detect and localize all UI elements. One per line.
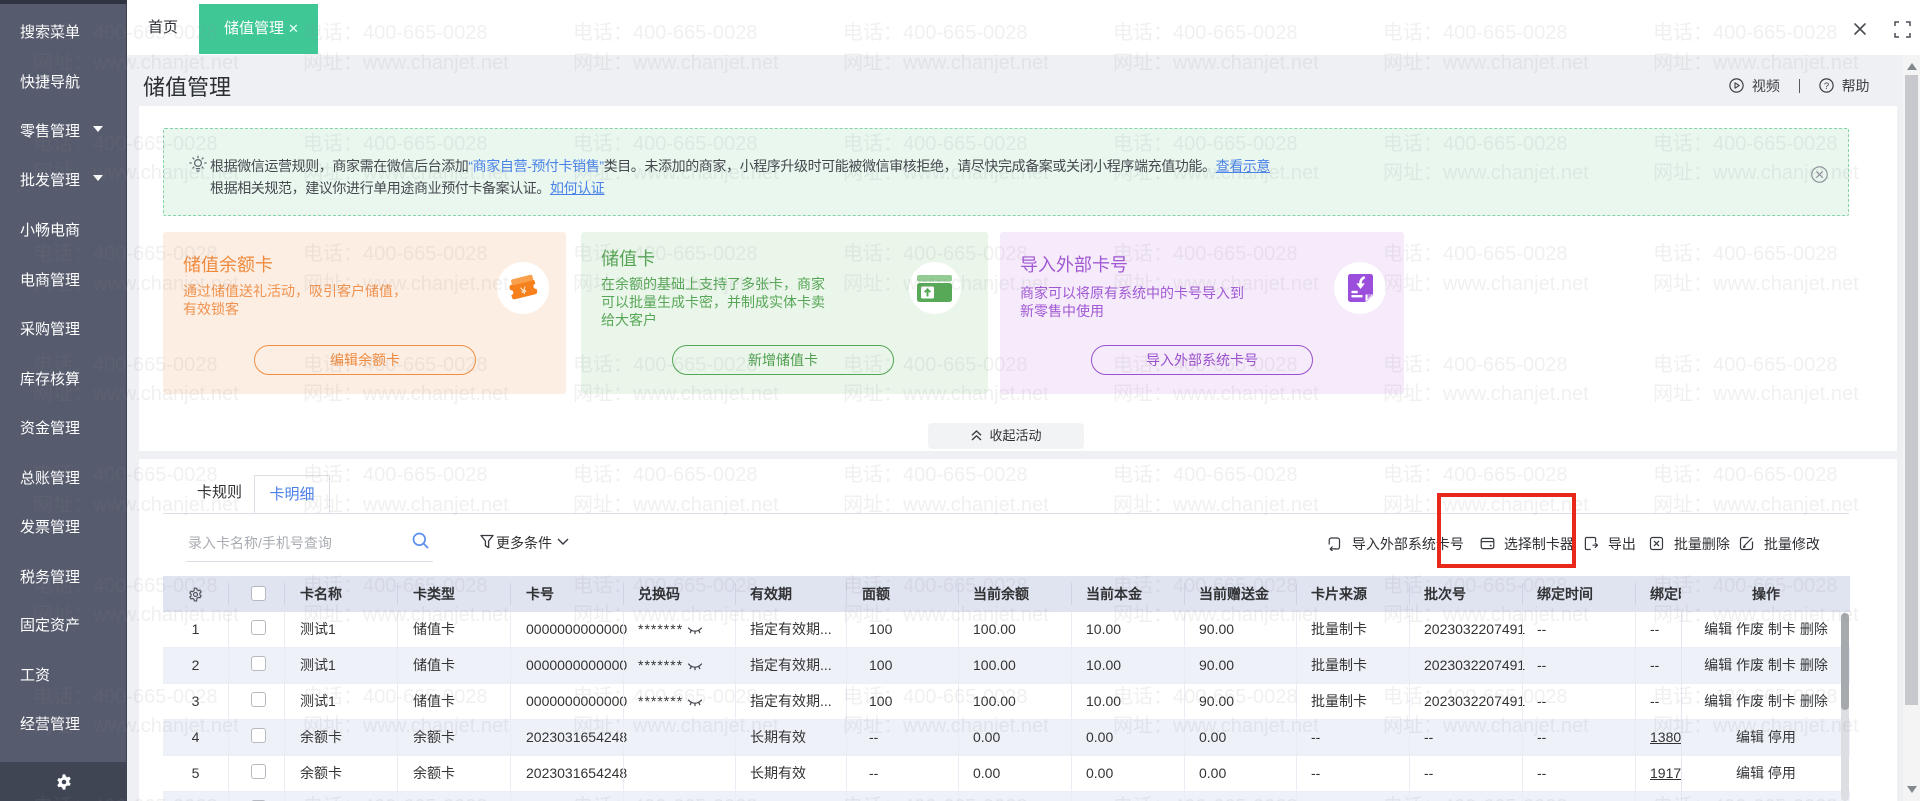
svg-text:?: ? — [1824, 81, 1829, 92]
